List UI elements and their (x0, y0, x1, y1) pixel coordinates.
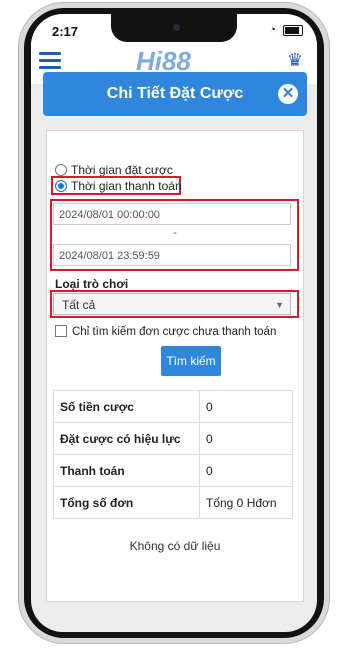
radio-bet-time-label: Thời gian đặt cược (71, 163, 173, 177)
status-bar: 2:17 ◔ (31, 14, 317, 44)
summary-value: 0 (199, 454, 293, 487)
phone-frame: 2:17 ◔ Hi88 ♛ Chi Tiết Đặt Cược ✕ Thời g… (18, 2, 330, 644)
battery-icon (283, 24, 303, 36)
summary-table: Số tiền cược 0 Đặt cược có hiệu lực 0 Th… (53, 390, 293, 519)
status-icons: ◔ (269, 24, 303, 36)
modal-title: Chi Tiết Đặt Cược (106, 85, 244, 102)
game-type-label: Loại trò chơi (55, 277, 129, 291)
game-type-select[interactable]: Tất cả ▼ (53, 293, 291, 315)
wifi-icon: ◔ (269, 24, 278, 36)
game-type-value: Tất cả (62, 298, 96, 312)
radio-bet-time-circle[interactable] (55, 164, 67, 176)
radio-settle-time-circle[interactable] (55, 180, 67, 192)
summary-value: 0 (199, 422, 293, 455)
notch (111, 14, 237, 42)
empty-message: Không có dữ liệu (129, 539, 221, 553)
radio-settle-time-label: Thời gian thanh toán (71, 179, 182, 193)
close-icon[interactable]: ✕ (278, 84, 298, 104)
radio-bet-time[interactable]: Thời gian đặt cược (55, 163, 173, 177)
modal-header: Chi Tiết Đặt Cược ✕ (43, 72, 307, 116)
unsettled-only-checkbox[interactable] (55, 325, 67, 337)
summary-label: Thanh toán (53, 454, 200, 487)
unsettled-only-option[interactable]: Chỉ tìm kiếm đơn cược chưa thanh toán (55, 325, 276, 338)
hamburger-icon[interactable] (39, 52, 61, 70)
summary-label: Đặt cược có hiệu lực (53, 422, 200, 455)
table-row: Tổng số đơn Tổng 0 Hđơn (53, 486, 293, 519)
table-row: Số tiền cược 0 (53, 390, 293, 423)
front-camera (173, 24, 180, 31)
table-row: Thanh toán 0 (53, 454, 293, 487)
date-from-input[interactable]: 2024/08/01 00:00:00 (53, 203, 291, 225)
summary-value: 0 (199, 390, 293, 423)
chevron-down-icon: ▼ (275, 300, 284, 310)
search-button[interactable]: Tìm kiếm (161, 346, 221, 376)
summary-value: Tổng 0 Hđơn (199, 486, 293, 519)
screen: 2:17 ◔ Hi88 ♛ Chi Tiết Đặt Cược ✕ Thời g… (31, 14, 317, 632)
date-separator: - (173, 227, 177, 239)
status-time: 2:17 (52, 24, 79, 39)
summary-label: Số tiền cược (53, 390, 200, 423)
filter-panel: Thời gian đặt cược Thời gian thanh toán … (46, 130, 304, 602)
table-row: Đặt cược có hiệu lực 0 (53, 422, 293, 455)
summary-label: Tổng số đơn (53, 486, 200, 519)
unsettled-only-label: Chỉ tìm kiếm đơn cược chưa thanh toán (72, 326, 277, 338)
crown-icon[interactable]: ♛ (287, 50, 303, 71)
radio-settle-time[interactable]: Thời gian thanh toán (55, 179, 182, 193)
date-to-input[interactable]: 2024/08/01 23:59:59 (53, 244, 291, 266)
